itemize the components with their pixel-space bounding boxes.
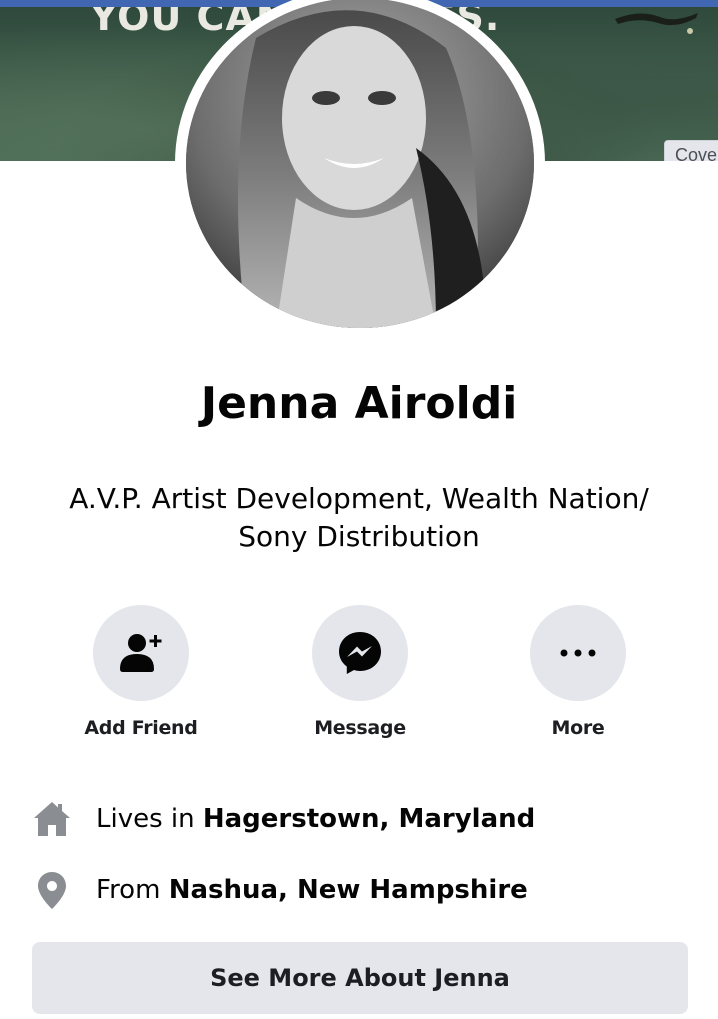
- profile-name: Jenna Airoldi: [200, 378, 518, 429]
- from-text: From Nashua, New Hampshire: [96, 875, 528, 905]
- more-button[interactable]: More: [508, 605, 648, 739]
- info-lives-in: Lives in Hagerstown, Maryland: [32, 799, 535, 839]
- lives-in-text: Lives in Hagerstown, Maryland: [96, 804, 535, 834]
- profile-page: YOU CAN EYES. Cove: [0, 0, 718, 1019]
- more-circle[interactable]: [530, 605, 626, 701]
- bio-line-2: Sony Distribution: [238, 520, 480, 553]
- add-friend-label: Add Friend: [84, 717, 198, 739]
- location-pin-icon: [32, 870, 72, 910]
- lives-in-prefix: Lives in: [96, 804, 203, 834]
- add-friend-button[interactable]: Add Friend: [71, 605, 211, 739]
- more-icon: [560, 649, 596, 657]
- profile-photo-image: [186, 0, 534, 328]
- profile-bio: A.V.P. Artist Development, Wealth Nation…: [40, 480, 678, 556]
- profile-picture[interactable]: [175, 0, 545, 338]
- add-friend-circle[interactable]: [93, 605, 189, 701]
- message-button[interactable]: Message: [290, 605, 430, 739]
- see-more-about-button[interactable]: See More About Jenna: [32, 942, 688, 1014]
- lives-in-location[interactable]: Hagerstown, Maryland: [203, 804, 535, 834]
- bird-icon: [615, 13, 698, 34]
- more-label: More: [551, 717, 605, 739]
- home-icon: [32, 799, 72, 839]
- profile-photo: [186, 0, 534, 328]
- bio-line-1: A.V.P. Artist Development, Wealth Nation…: [69, 482, 649, 515]
- message-label: Message: [314, 717, 406, 739]
- profile-actions: Add Friend Message More: [0, 605, 718, 745]
- info-from: From Nashua, New Hampshire: [32, 870, 528, 910]
- message-circle[interactable]: [312, 605, 408, 701]
- add-friend-icon: [120, 634, 162, 672]
- edit-cover-button[interactable]: Cove: [664, 140, 718, 161]
- from-location[interactable]: Nashua, New Hampshire: [169, 875, 528, 905]
- from-prefix: From: [96, 875, 169, 905]
- messenger-icon: [339, 632, 381, 674]
